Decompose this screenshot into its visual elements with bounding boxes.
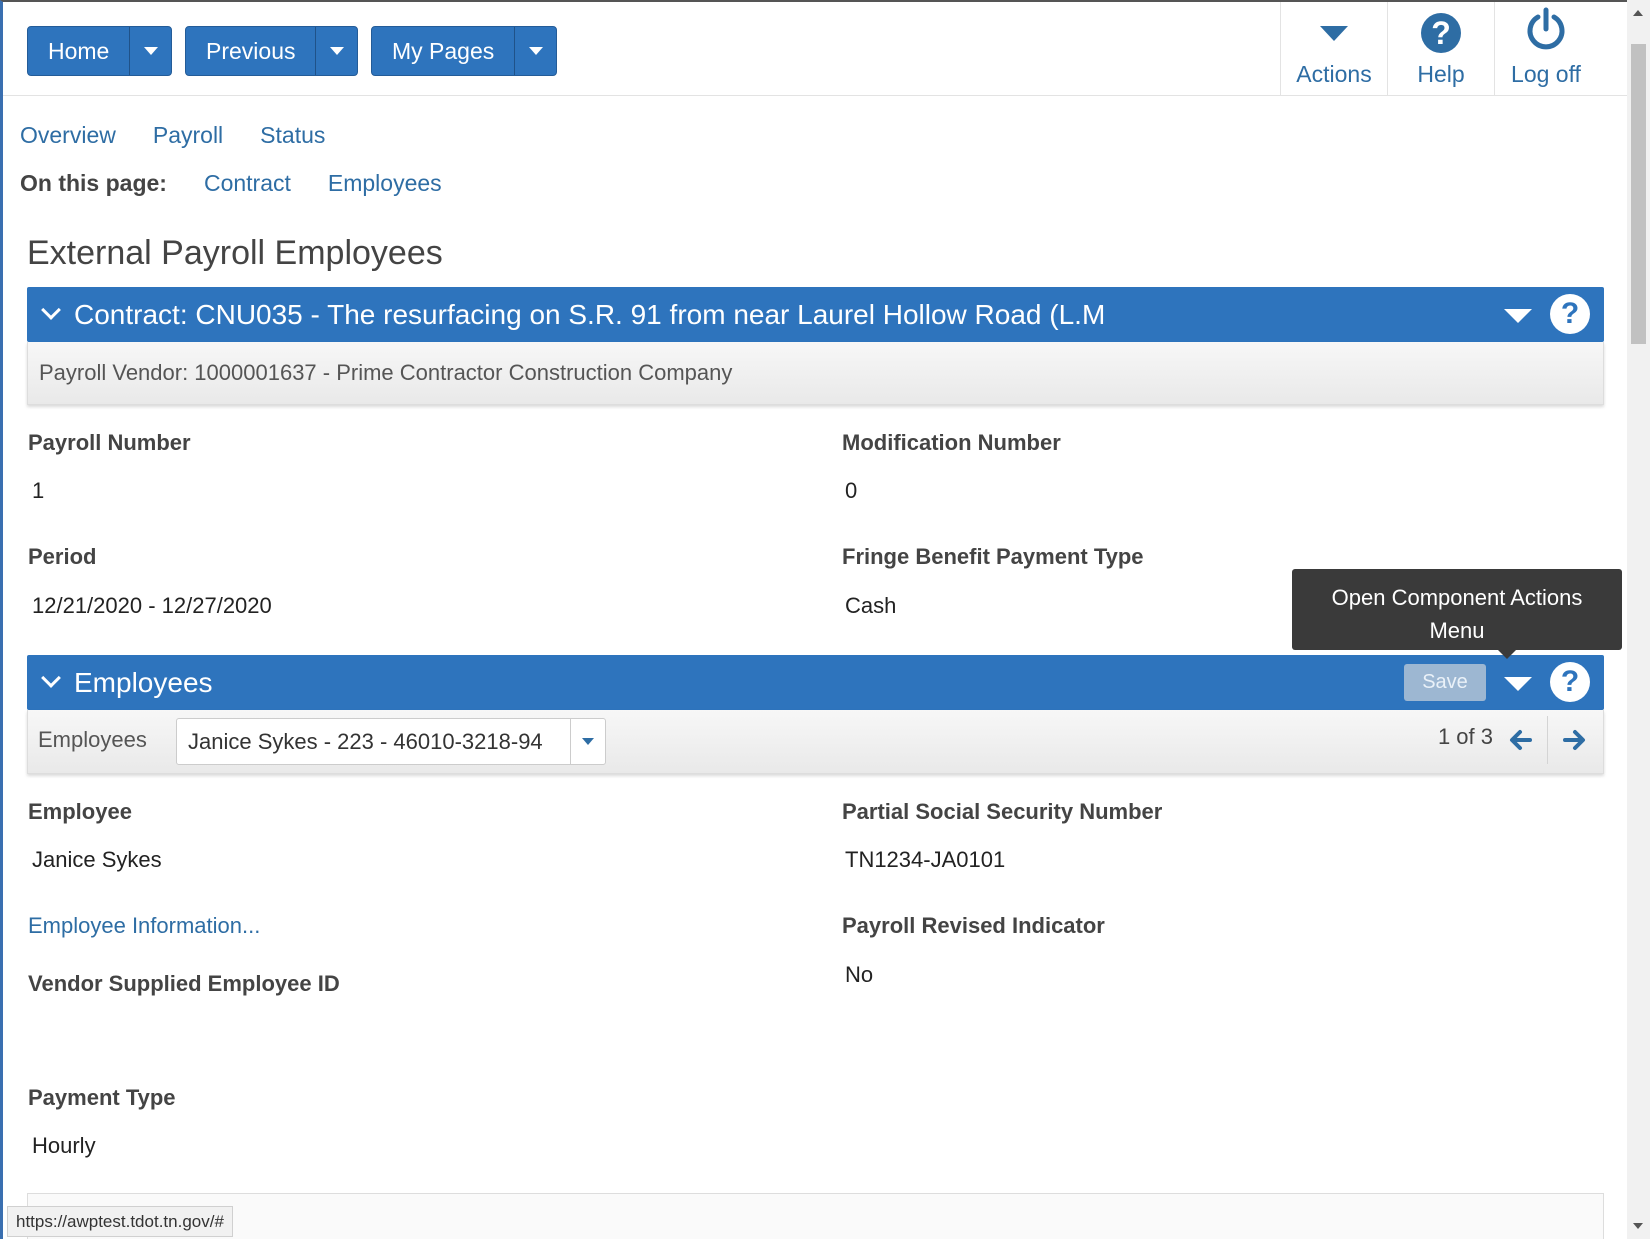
save-button[interactable]: Save: [1404, 664, 1486, 701]
anchor-employees[interactable]: Employees: [328, 170, 442, 197]
component-actions-tooltip: Open Component Actions Menu: [1292, 569, 1622, 659]
chevron-down-icon: [143, 47, 158, 55]
tab-payroll[interactable]: Payroll: [153, 122, 223, 149]
mypages-button[interactable]: My Pages: [372, 27, 514, 75]
pager-divider: [1547, 716, 1548, 764]
employee-information-link[interactable]: Employee Information...: [28, 913, 260, 939]
contract-panel-subheader: Payroll Vendor: 1000001637 - Prime Contr…: [27, 342, 1604, 405]
tooltip-line-1: Open Component Actions: [1331, 585, 1583, 610]
previous-button[interactable]: Previous: [186, 27, 315, 75]
ssn-value: TN1234-JA0101: [845, 847, 1006, 872]
actions-caret-icon: [1320, 26, 1348, 41]
home-split-button: Home: [27, 26, 173, 76]
arrow-left-icon: [1510, 730, 1532, 750]
payroll-number-value: 1: [32, 478, 45, 503]
contract-title: Contract: CNU035 - The resurfacing on S.…: [74, 299, 1106, 330]
chevron-down-icon: [329, 47, 344, 55]
employees-title: Employees: [74, 667, 213, 698]
logoff-button[interactable]: Log off: [1494, 2, 1597, 96]
mypages-split-button: My Pages: [371, 26, 558, 76]
scroll-thumb[interactable]: [1631, 44, 1646, 344]
chevron-down-icon: [582, 738, 594, 745]
actions-button[interactable]: Actions: [1280, 2, 1387, 96]
page-title: External Payroll Employees: [27, 234, 443, 272]
fringe-benefit-value: Cash: [845, 593, 897, 618]
power-icon: [1527, 7, 1565, 50]
employees-help-icon[interactable]: ?: [1550, 662, 1590, 702]
employee-select[interactable]: Janice Sykes - 223 - 46010-3218-94: [176, 718, 606, 765]
payment-type-label: Payment Type: [28, 1085, 176, 1110]
logoff-label: Log off: [1511, 61, 1581, 87]
previous-record-button[interactable]: [1494, 716, 1546, 764]
tooltip-pointer: [1497, 649, 1517, 659]
help-label: Help: [1417, 61, 1465, 87]
record-pager-text: 1 of 3: [1437, 724, 1493, 749]
employees-panel-header: Employees Save ?: [27, 655, 1604, 710]
payroll-revised-label: Payroll Revised Indicator: [842, 913, 1105, 938]
vendor-employee-id-label: Vendor Supplied Employee ID: [28, 971, 340, 996]
home-dropdown-button[interactable]: [129, 27, 171, 75]
tab-overview[interactable]: Overview: [20, 122, 116, 149]
previous-dropdown-button[interactable]: [315, 27, 357, 75]
collapse-chevron-icon[interactable]: [41, 300, 61, 320]
employees-panel-subheader: Employees Janice Sykes - 223 - 46010-321…: [27, 710, 1604, 774]
modification-number-label: Modification Number: [842, 430, 1061, 455]
chevron-down-icon: [528, 47, 543, 55]
payroll-vendor-text: Payroll Vendor: 1000001637 - Prime Contr…: [39, 360, 733, 385]
payroll-number-label: Payroll Number: [28, 430, 191, 455]
tooltip-line-2: Menu: [1429, 618, 1485, 643]
on-this-page-nav: On this page: Contract Employees: [20, 170, 442, 197]
period-value: 12/21/2020 - 12/27/2020: [32, 593, 272, 618]
period-label: Period: [28, 544, 97, 569]
component-actions-caret-icon[interactable]: [1504, 309, 1532, 323]
anchor-contract[interactable]: Contract: [204, 170, 291, 197]
top-toolbar: Home Previous My Pages Actions ? Help Lo…: [3, 2, 1630, 96]
ssn-label: Partial Social Security Number: [842, 799, 1163, 824]
employee-select-value: Janice Sykes - 223 - 46010-3218-94: [188, 729, 543, 754]
employee-label: Employee: [28, 799, 132, 824]
contract-help-icon[interactable]: ?: [1550, 294, 1590, 334]
payment-type-value: Hourly: [32, 1133, 96, 1158]
previous-split-button: Previous: [185, 26, 359, 76]
page-tabs: Overview Payroll Status: [20, 122, 325, 149]
actions-label: Actions: [1296, 61, 1372, 87]
collapse-chevron-icon[interactable]: [41, 668, 61, 688]
on-this-page-label: On this page:: [20, 170, 167, 196]
next-section-panel: [27, 1193, 1604, 1239]
scroll-down-icon[interactable]: [1633, 1223, 1643, 1229]
app-window: Home Previous My Pages Actions ? Help Lo…: [0, 0, 1650, 1239]
tab-status[interactable]: Status: [260, 122, 325, 149]
help-icon: ?: [1421, 13, 1461, 53]
employee-select-dropdown[interactable]: [570, 719, 605, 764]
next-record-button[interactable]: [1549, 716, 1601, 764]
mypages-dropdown-button[interactable]: [514, 27, 556, 75]
contract-panel-header: Contract: CNU035 - The resurfacing on S.…: [27, 287, 1604, 342]
component-actions-caret-icon[interactable]: [1504, 677, 1532, 691]
employees-select-label: Employees: [38, 727, 147, 752]
payroll-revised-value: No: [845, 962, 874, 987]
browser-status-url: https://awptest.tdot.tn.gov/#: [7, 1206, 233, 1237]
scroll-up-icon[interactable]: [1633, 10, 1643, 16]
vertical-scrollbar[interactable]: [1627, 0, 1650, 1239]
modification-number-value: 0: [845, 478, 858, 503]
help-button[interactable]: ? Help: [1387, 2, 1494, 96]
employee-value: Janice Sykes: [32, 847, 162, 872]
home-button[interactable]: Home: [28, 27, 129, 75]
arrow-right-icon: [1563, 730, 1585, 750]
fringe-benefit-label: Fringe Benefit Payment Type: [842, 544, 1144, 569]
